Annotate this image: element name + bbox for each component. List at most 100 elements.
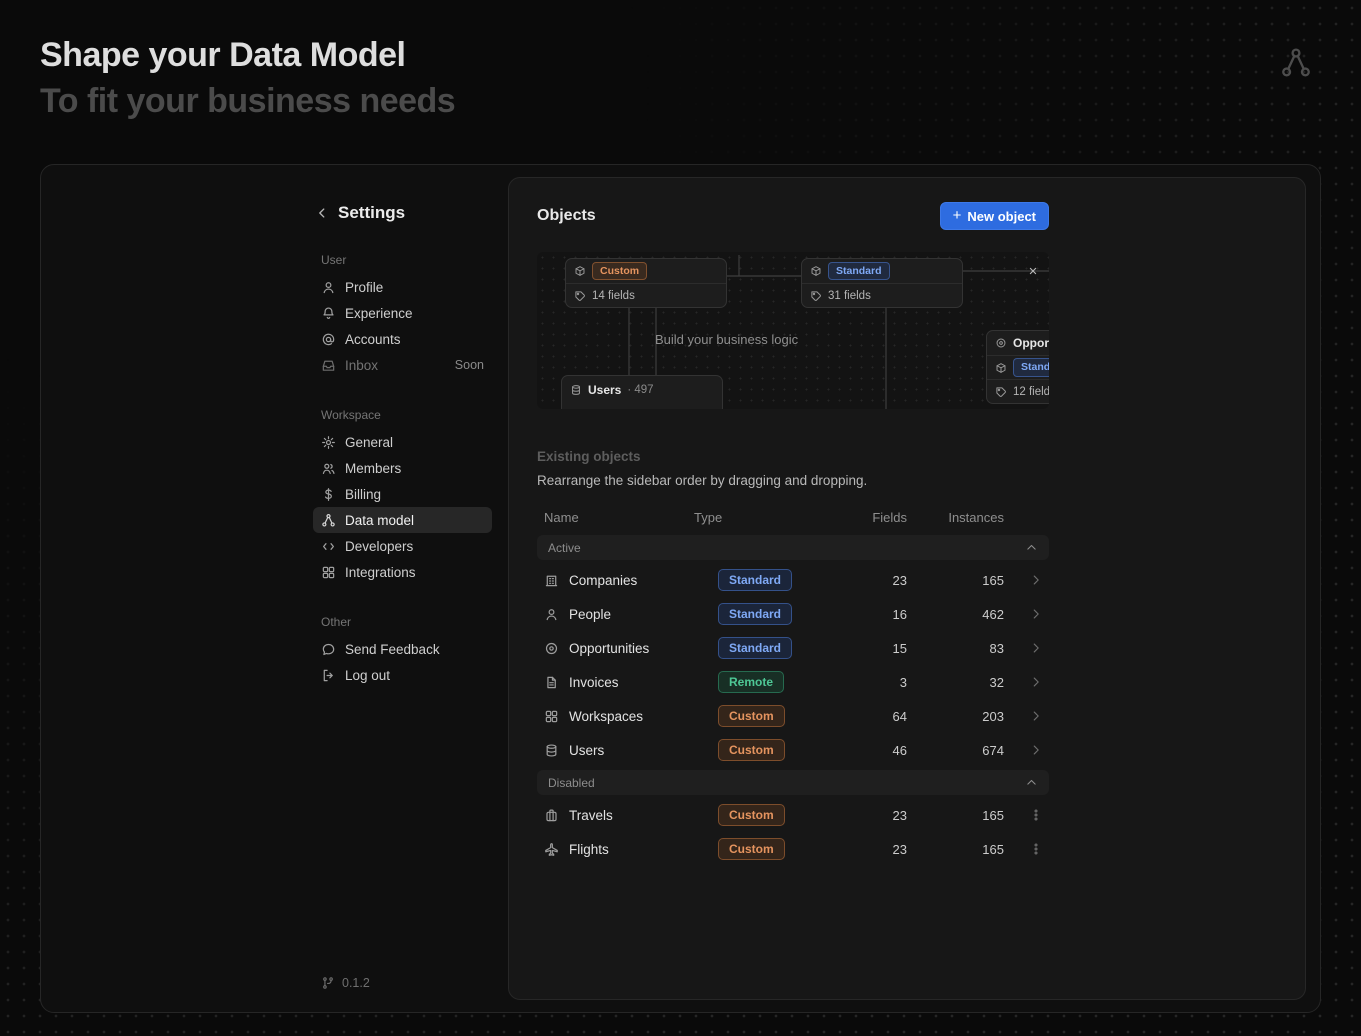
sidebar-item-log-out[interactable]: Log out: [313, 662, 492, 688]
soon-badge: Soon: [455, 358, 484, 372]
section-title: Other: [313, 615, 492, 629]
new-object-button[interactable]: + New object: [940, 202, 1049, 230]
chevron-up-icon: [1025, 541, 1038, 554]
table-row-invoices[interactable]: Invoices Remote 3 32: [537, 665, 1049, 699]
column-name: Name: [537, 510, 694, 525]
chevron-left-icon: [315, 206, 329, 220]
close-icon[interactable]: [1025, 263, 1041, 279]
table-row-opportunities[interactable]: Opportunities Standard 15 83: [537, 631, 1049, 665]
existing-objects-subtitle: Rearrange the sidebar order by dragging …: [537, 473, 1049, 488]
gear-icon: [321, 435, 336, 450]
sidebar-section-user: User Profile Experience Accounts Inbox S…: [313, 253, 492, 378]
git-branch-icon: [321, 976, 335, 990]
database-icon: [544, 743, 559, 758]
chevron-right-icon[interactable]: [1029, 743, 1043, 757]
settings-back[interactable]: Settings: [313, 203, 492, 223]
table-row-users[interactable]: Users Custom 46 674: [537, 733, 1049, 767]
column-instances: Instances: [907, 510, 1004, 525]
users-icon: [321, 461, 336, 476]
node-count: 497: [627, 384, 653, 396]
fields-count: 46: [829, 743, 907, 758]
group-header-disabled[interactable]: Disabled: [537, 770, 1049, 795]
at-icon: [321, 332, 336, 347]
app-version: 0.1.2: [313, 976, 492, 990]
type-badge: Custom: [592, 262, 647, 281]
table-row-flights[interactable]: Flights Custom 23 165: [537, 832, 1049, 866]
section-title: User: [313, 253, 492, 267]
chevron-right-icon[interactable]: [1029, 675, 1043, 689]
object-name: Travels: [569, 808, 613, 823]
table-row-workspaces[interactable]: Workspaces Custom 64 203: [537, 699, 1049, 733]
sidebar-section-workspace: Workspace General Members Billing Data m…: [313, 408, 492, 585]
sidebar-item-send-feedback[interactable]: Send Feedback: [313, 636, 492, 662]
code-icon: [321, 539, 336, 554]
group-header-active[interactable]: Active: [537, 535, 1049, 560]
type-badge: Custom: [718, 739, 785, 761]
canvas-node-users[interactable]: Users 497: [561, 375, 723, 409]
sidebar-item-integrations[interactable]: Integrations: [313, 559, 492, 585]
bell-icon: [321, 306, 336, 321]
chevron-right-icon[interactable]: [1029, 709, 1043, 723]
table-row-travels[interactable]: Travels Custom 23 165: [537, 798, 1049, 832]
instances-count: 165: [907, 842, 1004, 857]
instances-count: 165: [907, 573, 1004, 588]
sidebar-item-label: Inbox: [345, 358, 378, 373]
type-badge: Standard: [718, 637, 792, 659]
box-icon: [574, 265, 586, 277]
objects-title: Objects: [537, 207, 596, 225]
table-row-people[interactable]: People Standard 16 462: [537, 597, 1049, 631]
node-title: Users: [588, 383, 621, 397]
fields-label: 31 fields: [828, 290, 871, 302]
fields-count: 23: [829, 808, 907, 823]
type-badge: Custom: [718, 804, 785, 826]
kebab-menu-icon[interactable]: [1029, 808, 1043, 822]
grid-icon: [544, 709, 559, 724]
data-model-canvas[interactable]: Custom 14 fields Standard 31 fields: [537, 252, 1049, 409]
sidebar-item-label: General: [345, 435, 393, 450]
user-icon: [544, 607, 559, 622]
new-object-label: New object: [967, 209, 1036, 224]
sidebar-item-label: Log out: [345, 668, 390, 683]
objects-panel: Objects + New object: [508, 177, 1306, 1000]
settings-sidebar: Settings User Profile Experience Account…: [41, 165, 508, 1012]
canvas-node-custom[interactable]: Custom 14 fields: [565, 258, 727, 308]
canvas-node-standard[interactable]: Standard 31 fields: [801, 258, 963, 308]
canvas-node-opportunities[interactable]: Opportunities Standard 12 fields: [986, 330, 1049, 404]
group-label: Disabled: [548, 776, 595, 790]
existing-objects-table: Name Type Fields Instances Active Compan…: [537, 502, 1049, 866]
sidebar-item-billing[interactable]: Billing: [313, 481, 492, 507]
fields-count: 3: [829, 675, 907, 690]
sidebar-item-profile[interactable]: Profile: [313, 274, 492, 300]
chevron-up-icon: [1025, 776, 1038, 789]
object-name: Users: [569, 743, 604, 758]
sidebar-item-label: Accounts: [345, 332, 401, 347]
chat-icon: [321, 642, 336, 657]
sidebar-item-experience[interactable]: Experience: [313, 300, 492, 326]
sidebar-item-label: Integrations: [345, 565, 416, 580]
kebab-menu-icon[interactable]: [1029, 842, 1043, 856]
fields-count: 64: [829, 709, 907, 724]
fields-count: 15: [829, 641, 907, 656]
plane-icon: [544, 842, 559, 857]
chevron-right-icon[interactable]: [1029, 573, 1043, 587]
sidebar-item-data-model[interactable]: Data model: [313, 507, 492, 533]
sidebar-item-members[interactable]: Members: [313, 455, 492, 481]
chevron-right-icon[interactable]: [1029, 607, 1043, 621]
fields-label: 14 fields: [592, 290, 635, 302]
fields-count: 16: [829, 607, 907, 622]
node-title: Opportunities: [1013, 336, 1049, 350]
sidebar-item-developers[interactable]: Developers: [313, 533, 492, 559]
type-badge: Custom: [718, 705, 785, 727]
sidebar-item-accounts[interactable]: Accounts: [313, 326, 492, 352]
dollar-icon: [321, 487, 336, 502]
fields-label: 12 fields: [1013, 386, 1049, 398]
chevron-right-icon[interactable]: [1029, 641, 1043, 655]
table-row-companies[interactable]: Companies Standard 23 165: [537, 563, 1049, 597]
page-title: Shape your Data Model To fit your busine…: [40, 32, 455, 124]
user-icon: [321, 280, 336, 295]
sidebar-item-general[interactable]: General: [313, 429, 492, 455]
plus-icon: +: [953, 208, 962, 223]
instances-count: 674: [907, 743, 1004, 758]
tag-icon: [810, 290, 822, 302]
sidebar-item-label: Members: [345, 461, 401, 476]
